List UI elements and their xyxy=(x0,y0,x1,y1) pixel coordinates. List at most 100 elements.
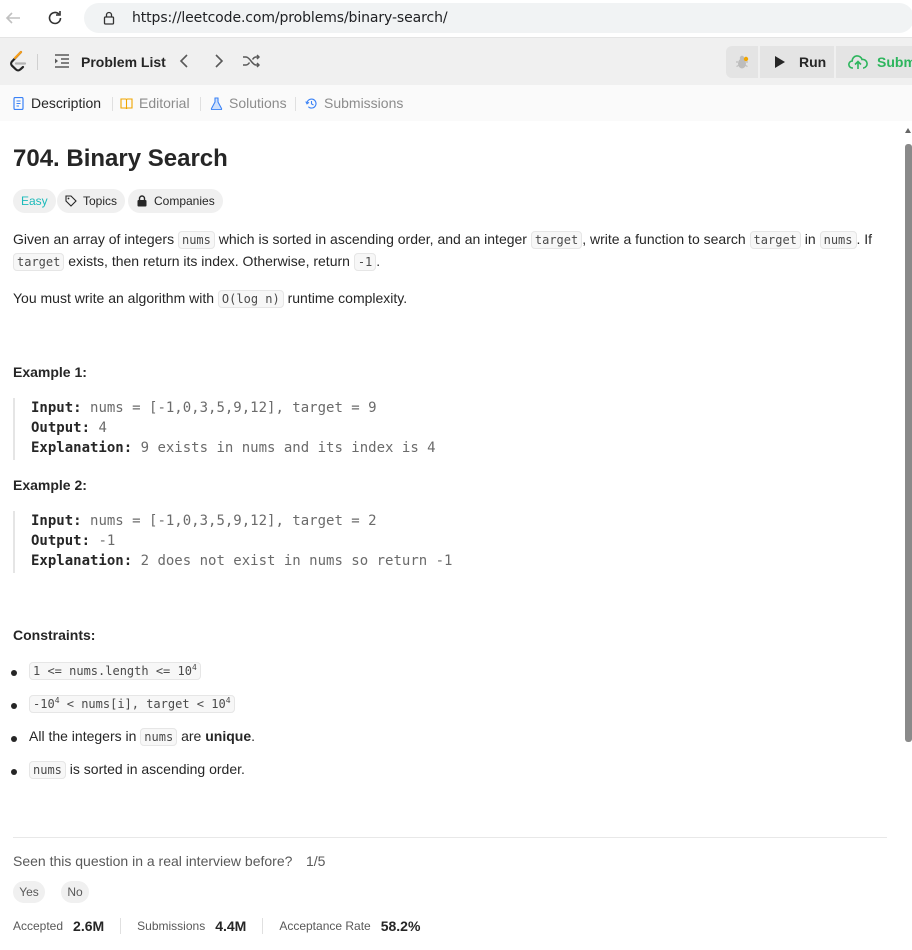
example-input-line: Input: nums = [-1,0,3,5,9,12], target = … xyxy=(31,511,893,531)
text: . xyxy=(251,728,255,744)
companies-chip[interactable]: Companies xyxy=(128,189,223,213)
run-label: Run xyxy=(799,54,827,70)
explanation-value: 2 does not exist in nums so return -1 xyxy=(140,553,453,569)
description-tabs: Description Editorial Solutions Submissi… xyxy=(0,85,912,121)
app-toolbar: Problem List Run Subm xyxy=(0,37,912,85)
inline-code: target xyxy=(530,231,583,249)
tab-solutions[interactable]: Solutions xyxy=(210,95,287,111)
cloud-upload-icon xyxy=(848,55,868,69)
code-text: 1 <= nums.length <= 10 xyxy=(33,664,192,678)
bullet-icon xyxy=(11,769,17,775)
bug-icon xyxy=(736,55,749,69)
chevron-right-icon[interactable] xyxy=(210,52,226,70)
problem-list-icon[interactable] xyxy=(54,54,70,68)
problem-title: 704. Binary Search xyxy=(13,145,228,172)
emphasis-text: unique xyxy=(205,728,252,744)
output-label: Output: xyxy=(31,420,91,436)
problem-statement: Given an array of integers nums which is… xyxy=(13,229,883,273)
stats-bar: Accepted 2.6M Submissions 4.4M Acceptanc… xyxy=(13,918,420,934)
address-bar[interactable]: https://leetcode.com/problems/binary-sea… xyxy=(84,3,912,33)
explanation-label: Explanation: xyxy=(31,440,133,456)
tab-description-label: Description xyxy=(31,95,102,111)
acceptance-rate-label: Acceptance Rate xyxy=(279,919,371,933)
no-button[interactable]: No xyxy=(61,881,89,903)
chevron-left-icon[interactable] xyxy=(177,52,193,70)
tab-editorial[interactable]: Editorial xyxy=(120,95,190,111)
section-divider xyxy=(13,837,887,838)
submit-button[interactable]: Subm xyxy=(836,46,912,78)
output-value: -1 xyxy=(98,533,116,549)
text: All the integers in xyxy=(29,728,141,744)
explanation-value: 9 exists in nums and its index is 4 xyxy=(140,440,436,456)
reload-icon[interactable] xyxy=(44,7,66,29)
stat-divider xyxy=(120,918,122,934)
history-icon xyxy=(305,97,317,109)
tab-submissions[interactable]: Submissions xyxy=(305,95,403,111)
text: which is sorted in ascending order, and … xyxy=(214,231,531,247)
example-input-line: Input: nums = [-1,0,3,5,9,12], target = … xyxy=(31,398,893,418)
inline-code: target xyxy=(13,253,65,271)
interview-count: 1/5 xyxy=(306,853,326,869)
constraint-item: nums is sorted in ascending order. xyxy=(29,761,245,779)
topics-chip[interactable]: Topics xyxy=(57,189,126,213)
scrollbar-thumb[interactable] xyxy=(905,144,912,742)
text: , write a function to search xyxy=(582,231,750,247)
constraint-item: -104 < nums[i], target < 104 xyxy=(29,695,235,713)
example-explanation-line: Explanation: 9 exists in nums and its in… xyxy=(31,438,893,458)
problem-list-button[interactable]: Problem List xyxy=(81,54,166,70)
shuffle-icon[interactable] xyxy=(242,53,260,69)
input-value: nums = [-1,0,3,5,9,12], target = 9 xyxy=(90,400,377,416)
bullet-icon xyxy=(11,703,17,709)
text: Given an array of integers xyxy=(13,231,178,247)
inline-code: nums xyxy=(140,728,178,746)
code-text: < nums[i], target < 10 xyxy=(59,697,226,711)
constraint-item: 1 <= nums.length <= 104 xyxy=(29,662,201,680)
tab-description[interactable]: Description xyxy=(12,95,101,111)
submissions-value: 4.4M xyxy=(215,918,247,934)
debug-button[interactable] xyxy=(726,46,758,78)
constraint-item: All the integers in nums are unique. xyxy=(29,728,255,746)
book-icon xyxy=(120,97,133,109)
bullet-icon xyxy=(11,670,17,676)
toolbar-divider xyxy=(37,54,38,70)
example-explanation-line: Explanation: 2 does not exist in nums so… xyxy=(31,551,893,571)
complexity-requirement: You must write an algorithm with O(log n… xyxy=(13,288,883,310)
inline-code: O(log n) xyxy=(217,290,284,308)
accepted-value: 2.6M xyxy=(73,918,105,934)
run-button[interactable]: Run xyxy=(760,46,834,78)
tab-solutions-label: Solutions xyxy=(229,95,287,111)
code-text: -10 xyxy=(33,697,55,711)
accepted-label: Accepted xyxy=(13,919,64,933)
input-value: nums = [-1,0,3,5,9,12], target = 2 xyxy=(90,513,377,529)
companies-label: Companies xyxy=(154,194,215,208)
url-text: https://leetcode.com/problems/binary-sea… xyxy=(132,10,448,26)
constraints-heading: Constraints: xyxy=(13,627,96,643)
interview-question-prompt: Seen this question in a real interview b… xyxy=(13,853,293,869)
document-icon xyxy=(13,96,24,110)
bullet-icon xyxy=(11,736,17,742)
inline-code: -104 < nums[i], target < 104 xyxy=(29,695,235,713)
text: in xyxy=(800,231,820,247)
text: are xyxy=(177,728,206,744)
leetcode-logo-icon[interactable] xyxy=(8,50,28,74)
text: exists, then return its index. Otherwise… xyxy=(64,253,354,269)
scroll-up-arrow-icon[interactable] xyxy=(905,128,911,133)
browser-bar: https://leetcode.com/problems/binary-sea… xyxy=(0,0,912,37)
inline-code: 1 <= nums.length <= 104 xyxy=(29,662,201,680)
topics-label: Topics xyxy=(83,194,118,208)
output-label: Output: xyxy=(31,533,91,549)
stat-divider xyxy=(262,918,264,934)
inline-code: -1 xyxy=(353,253,377,271)
text: is sorted in ascending order. xyxy=(65,761,245,777)
example-heading: Example 1: xyxy=(13,364,87,380)
yes-button[interactable]: Yes xyxy=(13,881,45,903)
superscript: 4 xyxy=(191,663,197,672)
tag-icon xyxy=(65,195,77,207)
example-block: Input: nums = [-1,0,3,5,9,12], target = … xyxy=(13,511,893,573)
play-icon xyxy=(775,56,785,68)
tab-editorial-label: Editorial xyxy=(139,95,190,111)
back-arrow-icon[interactable] xyxy=(2,7,24,29)
inline-code: nums xyxy=(29,761,66,779)
inline-code: nums xyxy=(177,231,215,249)
example-block: Input: nums = [-1,0,3,5,9,12], target = … xyxy=(13,398,893,460)
